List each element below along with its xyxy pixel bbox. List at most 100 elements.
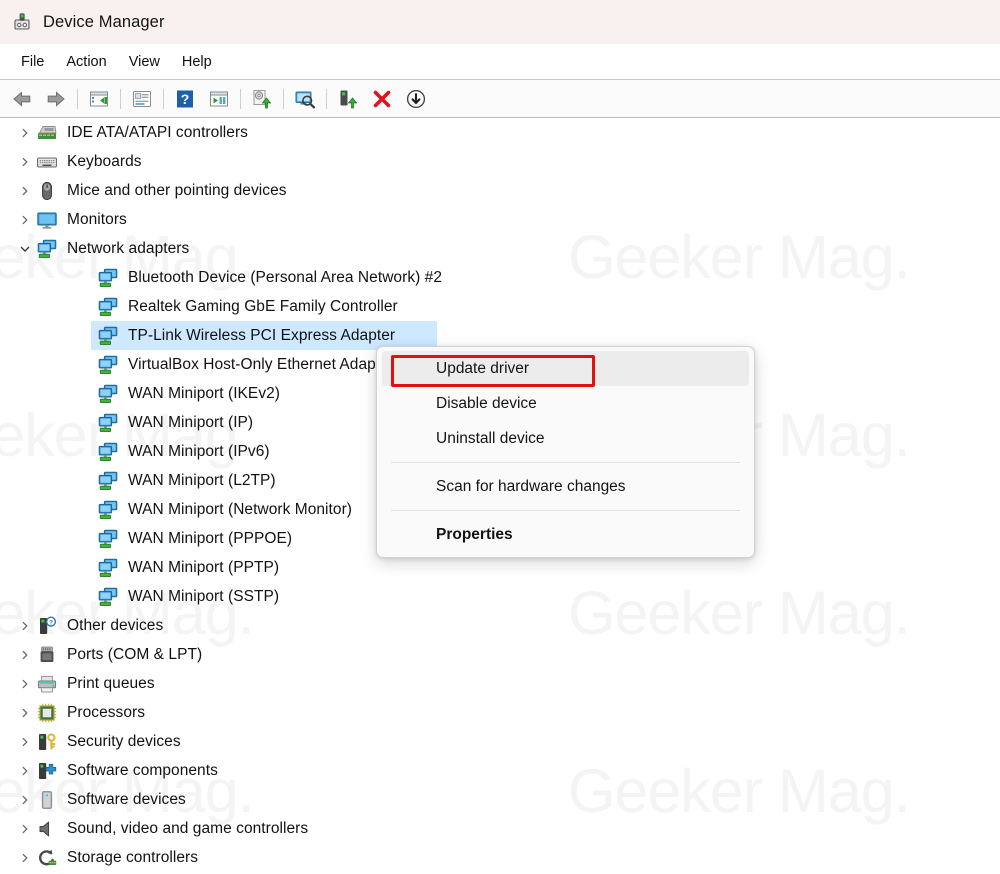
- action-menu-icon: [208, 88, 230, 110]
- tree-row[interactable]: Storage controllers: [0, 843, 1000, 872]
- tree-row-label: WAN Miniport (L2TP): [128, 471, 276, 489]
- tree-indent: [0, 756, 36, 785]
- chevron-right-icon[interactable]: [14, 176, 36, 205]
- tree-indent: [0, 118, 36, 147]
- printer-icon: [36, 673, 58, 695]
- tree-row[interactable]: Processors: [0, 698, 1000, 727]
- forward-button[interactable]: [39, 84, 73, 114]
- tree-row-label: Software components: [67, 761, 218, 779]
- tree-row[interactable]: Sound, video and game controllers: [0, 814, 1000, 843]
- tree-row-label: Keyboards: [67, 152, 142, 170]
- tree-row[interactable]: Software devices: [0, 785, 1000, 814]
- toolbar: ?: [0, 80, 1000, 118]
- tree-indent: [0, 611, 36, 640]
- tree-row[interactable]: IDE ATA/ATAPI controllers: [0, 118, 1000, 147]
- chevron-right-icon[interactable]: [14, 843, 36, 872]
- chevron-right-icon[interactable]: [14, 698, 36, 727]
- tree-indent: [0, 785, 36, 814]
- show-hide-console-tree-button[interactable]: [82, 84, 116, 114]
- chevron-right-icon[interactable]: [14, 814, 36, 843]
- context-menu-item-update-driver[interactable]: Update driver: [382, 351, 749, 386]
- tree-row-label: WAN Miniport (PPTP): [128, 558, 280, 576]
- update-driver-button[interactable]: [245, 84, 279, 114]
- tree-row[interactable]: Keyboards: [0, 147, 1000, 176]
- chevron-right-icon[interactable]: [14, 611, 36, 640]
- chevron-right-icon[interactable]: [14, 785, 36, 814]
- tree-indent: [0, 727, 36, 756]
- tree-row-label: WAN Miniport (IPv6): [128, 442, 270, 460]
- svg-text:?: ?: [181, 91, 190, 107]
- tree-row[interactable]: Bluetooth Device (Personal Area Network)…: [0, 263, 1000, 292]
- network-adapter-icon: [97, 354, 119, 376]
- device-manager-icon: [11, 11, 33, 33]
- context-menu-separator: [391, 462, 740, 463]
- context-menu-item-properties[interactable]: Properties: [382, 517, 749, 552]
- tree-indent: [0, 147, 36, 176]
- action-menu-button[interactable]: [202, 84, 236, 114]
- context-menu[interactable]: Update driver Disable device Uninstall dev…: [376, 346, 755, 558]
- tree-row[interactable]: Ports (COM & LPT): [0, 640, 1000, 669]
- network-adapter-icon: [97, 528, 119, 550]
- tree-row[interactable]: WAN Miniport (SSTP): [0, 582, 1000, 611]
- add-legacy-hardware-icon: [337, 88, 359, 110]
- chevron-right-icon[interactable]: [14, 147, 36, 176]
- add-legacy-hardware-button[interactable]: [331, 84, 365, 114]
- sound-icon: [36, 818, 58, 840]
- tree-indent: [0, 669, 36, 698]
- tree-indent: [0, 205, 36, 234]
- toolbar-separator: [283, 88, 284, 109]
- menu-item-view[interactable]: View: [118, 51, 171, 73]
- forward-arrow-icon: [45, 88, 67, 110]
- device-manager-window: Geeker Mag.Geeker Mag.Geeker Mag.Geeker …: [0, 0, 1000, 874]
- tree-row-label: Sound, video and game controllers: [67, 819, 309, 837]
- tree-row[interactable]: Print queues: [0, 669, 1000, 698]
- tree-indent: [0, 176, 36, 205]
- other-devices-icon: ?: [36, 615, 58, 637]
- scan-hardware-changes-icon: [294, 88, 316, 110]
- network-adapter-icon: [97, 557, 119, 579]
- chevron-down-icon[interactable]: [14, 234, 36, 263]
- properties-button[interactable]: [125, 84, 159, 114]
- chevron-right-icon[interactable]: [14, 756, 36, 785]
- tree-row-label: VirtualBox Host-Only Ethernet Adapter: [128, 355, 395, 373]
- uninstall-device-button[interactable]: [365, 84, 399, 114]
- chevron-right-icon[interactable]: [14, 640, 36, 669]
- tree-row[interactable]: Monitors: [0, 205, 1000, 234]
- tree-indent: [0, 640, 36, 669]
- tree-row-label: WAN Miniport (PPPOE): [128, 529, 293, 547]
- ide-controller-icon: [36, 122, 58, 144]
- help-icon: ?: [174, 88, 196, 110]
- menu-item-action[interactable]: Action: [55, 51, 117, 73]
- context-menu-item-disable-device[interactable]: Disable device: [382, 386, 749, 421]
- toolbar-separator: [240, 88, 241, 109]
- tree-row-label: Ports (COM & LPT): [67, 645, 203, 663]
- chevron-right-icon[interactable]: [14, 727, 36, 756]
- security-device-icon: [36, 731, 58, 753]
- monitor-icon: [36, 209, 58, 231]
- menu-item-help[interactable]: Help: [171, 51, 223, 73]
- menu-item-file[interactable]: File: [10, 51, 55, 73]
- network-adapter-icon: [97, 383, 119, 405]
- network-adapter-icon: [97, 441, 119, 463]
- tree-row[interactable]: Network adapters: [0, 234, 1000, 263]
- toolbar-separator: [326, 88, 327, 109]
- help-button[interactable]: ?: [168, 84, 202, 114]
- chevron-right-icon[interactable]: [14, 669, 36, 698]
- back-button[interactable]: [5, 84, 39, 114]
- tree-row[interactable]: Software components: [0, 756, 1000, 785]
- chevron-right-icon[interactable]: [14, 118, 36, 147]
- network-adapter-icon: [97, 586, 119, 608]
- context-menu-item-scan-for-hardware-changes[interactable]: Scan for hardware changes: [382, 469, 749, 504]
- tree-row[interactable]: Security devices: [0, 727, 1000, 756]
- scan-for-hardware-changes-button[interactable]: [288, 84, 322, 114]
- svg-text:?: ?: [49, 619, 53, 626]
- tree-row-label: Storage controllers: [67, 848, 199, 866]
- context-menu-item-uninstall-device[interactable]: Uninstall device: [382, 421, 749, 456]
- tree-row[interactable]: Mice and other pointing devices: [0, 176, 1000, 205]
- tree-row[interactable]: Realtek Gaming GbE Family Controller: [0, 292, 1000, 321]
- tree-row[interactable]: ? Other devices: [0, 611, 1000, 640]
- disable-device-button[interactable]: [399, 84, 433, 114]
- chevron-right-icon[interactable]: [14, 205, 36, 234]
- tree-indent: [0, 234, 36, 263]
